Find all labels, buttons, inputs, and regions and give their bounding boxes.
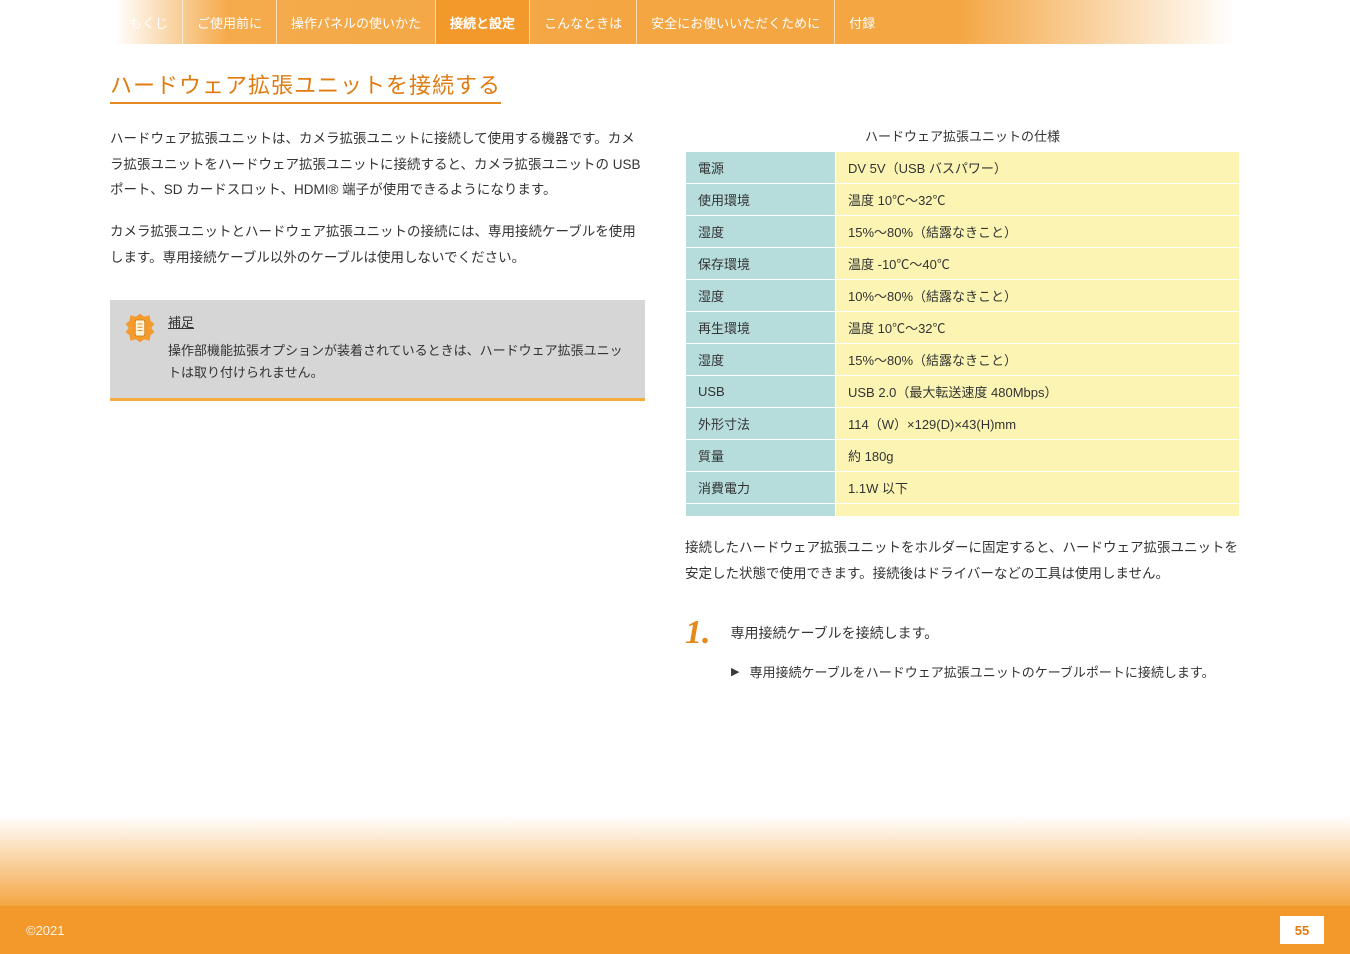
spec-val: DV 5V（USB バスパワー） — [836, 152, 1240, 184]
topbar-wrap: もくじ ご使用前に 操作パネルの使いかた 接続と設定 こんなときは 安全にお使い… — [0, 0, 1350, 44]
table-row — [686, 504, 1240, 517]
right-paragraph: 接続したハードウェア拡張ユニットをホルダーに固定すると、ハードウェア拡張ユニット… — [685, 535, 1240, 586]
spec-val: 温度 -10℃～40℃ — [836, 248, 1240, 280]
right-column: ハードウェア拡張ユニットの仕様 電源DV 5V（USB バスパワー） 使用環境温… — [685, 126, 1240, 682]
spec-key: 電源 — [686, 152, 836, 184]
note-body: 補足 操作部機能拡張オプションが装着されているときは、ハードウェア拡張ユニットは… — [168, 312, 631, 384]
spec-key: 質量 — [686, 440, 836, 472]
spec-val: 約 180g — [836, 440, 1240, 472]
tab-label: 安全にお使いいただくために — [651, 13, 820, 32]
substep-item: ▶ 専用接続ケーブルをハードウェア拡張ユニットのケーブルポートに接続します。 — [731, 662, 1240, 682]
table-row: 湿度10%～80%（結露なきこと） — [686, 280, 1240, 312]
note-box: 補足 操作部機能拡張オプションが装着されているときは、ハードウェア拡張ユニットは… — [110, 300, 645, 401]
table-row: 再生環境温度 10℃～32℃ — [686, 312, 1240, 344]
triangle-icon: ▶ — [731, 662, 739, 682]
spec-key: USB — [686, 376, 836, 408]
copyright: ©2021 — [26, 923, 65, 938]
substep-text: 専用接続ケーブルをハードウェア拡張ユニットのケーブルポートに接続します。 — [749, 662, 1214, 681]
footer-bar: ©2021 55 — [0, 906, 1350, 954]
table-row: USBUSB 2.0（最大転送速度 480Mbps） — [686, 376, 1240, 408]
spec-key: 再生環境 — [686, 312, 836, 344]
table-row: 質量約 180g — [686, 440, 1240, 472]
table-row: 外形寸法114（W）×129(D)×43(H)mm — [686, 408, 1240, 440]
page-title-text: ハードウェア拡張ユニットを接続する — [110, 73, 501, 98]
tab-safety[interactable]: 安全にお使いいただくために — [637, 0, 835, 44]
tab-before-use[interactable]: ご使用前に — [183, 0, 277, 44]
step-number: 1. — [685, 614, 711, 652]
table-row: 電源DV 5V（USB バスパワー） — [686, 152, 1240, 184]
tab-toc[interactable]: もくじ — [115, 0, 183, 44]
spec-caption: ハードウェア拡張ユニットの仕様 — [685, 126, 1240, 145]
intro-paragraph-1: ハードウェア拡張ユニットは、カメラ拡張ユニットに接続して使用する機器です。カメラ… — [110, 126, 645, 203]
tab-panel[interactable]: 操作パネルの使いかた — [277, 0, 436, 44]
spec-val: 10%～80%（結露なきこと） — [836, 280, 1240, 312]
tab-label: 接続と設定 — [450, 13, 515, 32]
spec-val: 温度 10℃～32℃ — [836, 184, 1240, 216]
spec-key: 湿度 — [686, 344, 836, 376]
bottom-fade — [0, 816, 1350, 906]
tab-label: 操作パネルの使いかた — [291, 13, 421, 32]
tab-appendix[interactable]: 付録 — [835, 0, 889, 44]
note-text: 操作部機能拡張オプションが装着されているときは、ハードウェア拡張ユニットは取り付… — [168, 343, 623, 380]
intro-paragraph-2: カメラ拡張ユニットとハードウェア拡張ユニットの接続には、専用接続ケーブルを使用し… — [110, 219, 645, 270]
spec-key — [686, 504, 836, 517]
table-row: 湿度15%～80%（結露なきこと） — [686, 344, 1240, 376]
step-text: 専用接続ケーブルを接続します。 — [731, 623, 939, 643]
tab-connect[interactable]: 接続と設定 — [436, 0, 530, 44]
spec-val: 15%～80%（結露なきこと） — [836, 216, 1240, 248]
spec-table: 電源DV 5V（USB バスパワー） 使用環境温度 10℃～32℃ 湿度15%～… — [685, 151, 1240, 517]
page-body: ハードウェア拡張ユニットを接続する ハードウェア拡張ユニットは、カメラ拡張ユニッ… — [110, 68, 1240, 682]
page-number: 55 — [1280, 916, 1324, 944]
spec-val — [836, 504, 1240, 517]
spec-key: 湿度 — [686, 216, 836, 248]
tab-label: こんなときは — [544, 13, 622, 32]
left-column: ハードウェア拡張ユニットは、カメラ拡張ユニットに接続して使用する機器です。カメラ… — [110, 126, 645, 682]
tab-label: もくじ — [129, 13, 168, 32]
spec-key: 保存環境 — [686, 248, 836, 280]
page-title: ハードウェア拡張ユニットを接続する — [110, 68, 501, 104]
spec-val: 114（W）×129(D)×43(H)mm — [836, 408, 1240, 440]
spec-key: 消費電力 — [686, 472, 836, 504]
spec-val: USB 2.0（最大転送速度 480Mbps） — [836, 376, 1240, 408]
table-row: 使用環境温度 10℃～32℃ — [686, 184, 1240, 216]
spec-key: 使用環境 — [686, 184, 836, 216]
note-icon — [124, 312, 156, 344]
table-row: 保存環境温度 -10℃～40℃ — [686, 248, 1240, 280]
spec-val: 1.1W 以下 — [836, 472, 1240, 504]
spec-val: 15%～80%（結露なきこと） — [836, 344, 1240, 376]
tab-trouble[interactable]: こんなときは — [530, 0, 637, 44]
spec-key: 外形寸法 — [686, 408, 836, 440]
table-row: 湿度15%～80%（結露なきこと） — [686, 216, 1240, 248]
table-row: 消費電力1.1W 以下 — [686, 472, 1240, 504]
tab-label: 付録 — [849, 13, 875, 32]
topbar: もくじ ご使用前に 操作パネルの使いかた 接続と設定 こんなときは 安全にお使い… — [115, 0, 1235, 44]
step-1-heading: 1. 専用接続ケーブルを接続します。 — [685, 614, 1240, 652]
note-title: 補足 — [168, 312, 194, 336]
two-col: ハードウェア拡張ユニットは、カメラ拡張ユニットに接続して使用する機器です。カメラ… — [110, 126, 1240, 682]
tab-label: ご使用前に — [197, 13, 262, 32]
spec-key: 湿度 — [686, 280, 836, 312]
spec-val: 温度 10℃～32℃ — [836, 312, 1240, 344]
